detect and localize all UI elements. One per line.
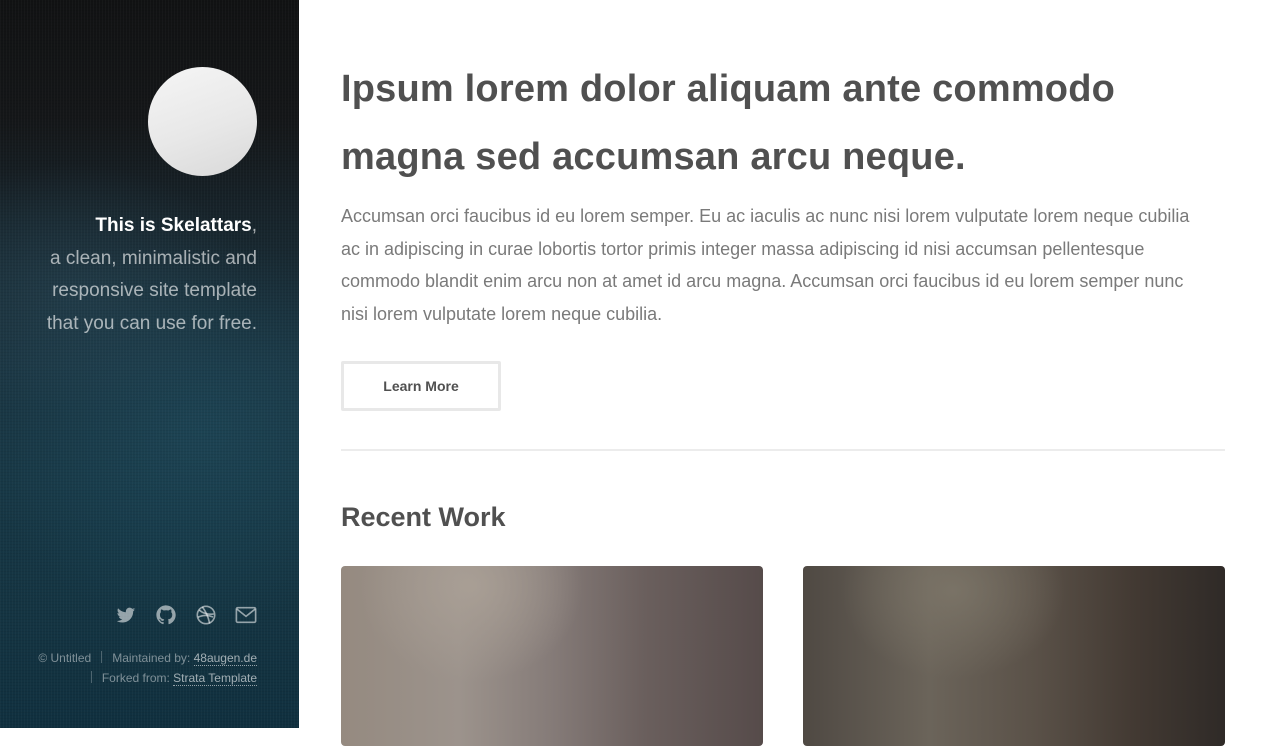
github-icon[interactable] [155, 604, 177, 626]
social-icons [115, 604, 257, 626]
intro-line-2: responsive site template [52, 280, 257, 301]
work-thumbnail-2[interactable] [803, 566, 1225, 746]
intro-line-1: a clean, minimalistic and [50, 247, 257, 269]
intro-text: This is Skelattars, a clean, minimalisti… [17, 210, 257, 340]
copyright-text: © Untitled [38, 651, 92, 665]
maintained-label: Maintained by: [112, 651, 194, 665]
footer-divider [101, 651, 103, 663]
page-title: Ipsum lorem dolor aliquam ante commodo m… [341, 55, 1225, 191]
sidebar: This is Skelattars, a clean, minimalisti… [0, 0, 299, 728]
section-divider [341, 449, 1225, 451]
footer-line-2: Forked from: Strata Template [0, 668, 257, 688]
recent-work-heading: Recent Work [341, 502, 506, 532]
dribbble-icon[interactable] [195, 604, 217, 626]
work-thumbnail-1[interactable] [341, 566, 763, 746]
sidebar-footer: © Untitled Maintained by: 48augen.de Fork… [0, 648, 257, 688]
footer-divider [90, 671, 92, 683]
avatar[interactable] [148, 67, 257, 176]
envelope-icon[interactable] [235, 604, 257, 626]
intro-comma: , [251, 215, 257, 236]
main-content: Ipsum lorem dolor aliquam ante commodo m… [341, 0, 1225, 746]
maintained-link[interactable]: 48augen.de [193, 651, 257, 666]
title-line-2: magna sed accumsan arcu neque. [341, 136, 966, 178]
twitter-icon[interactable] [115, 604, 137, 626]
title-line-1: Ipsum lorem dolor aliquam ante commodo [341, 68, 1116, 110]
learn-more-button[interactable]: Learn More [341, 361, 501, 411]
forked-label: Forked from: [101, 671, 174, 685]
footer-line-1: © Untitled Maintained by: 48augen.de [0, 648, 257, 668]
intro-line-3: that you can use for free. [46, 312, 257, 334]
site-name: This is Skelattars [95, 215, 252, 236]
lead-paragraph: Accumsan orci faucibus id eu lorem sempe… [341, 206, 1190, 324]
forked-link[interactable]: Strata Template [173, 671, 257, 686]
